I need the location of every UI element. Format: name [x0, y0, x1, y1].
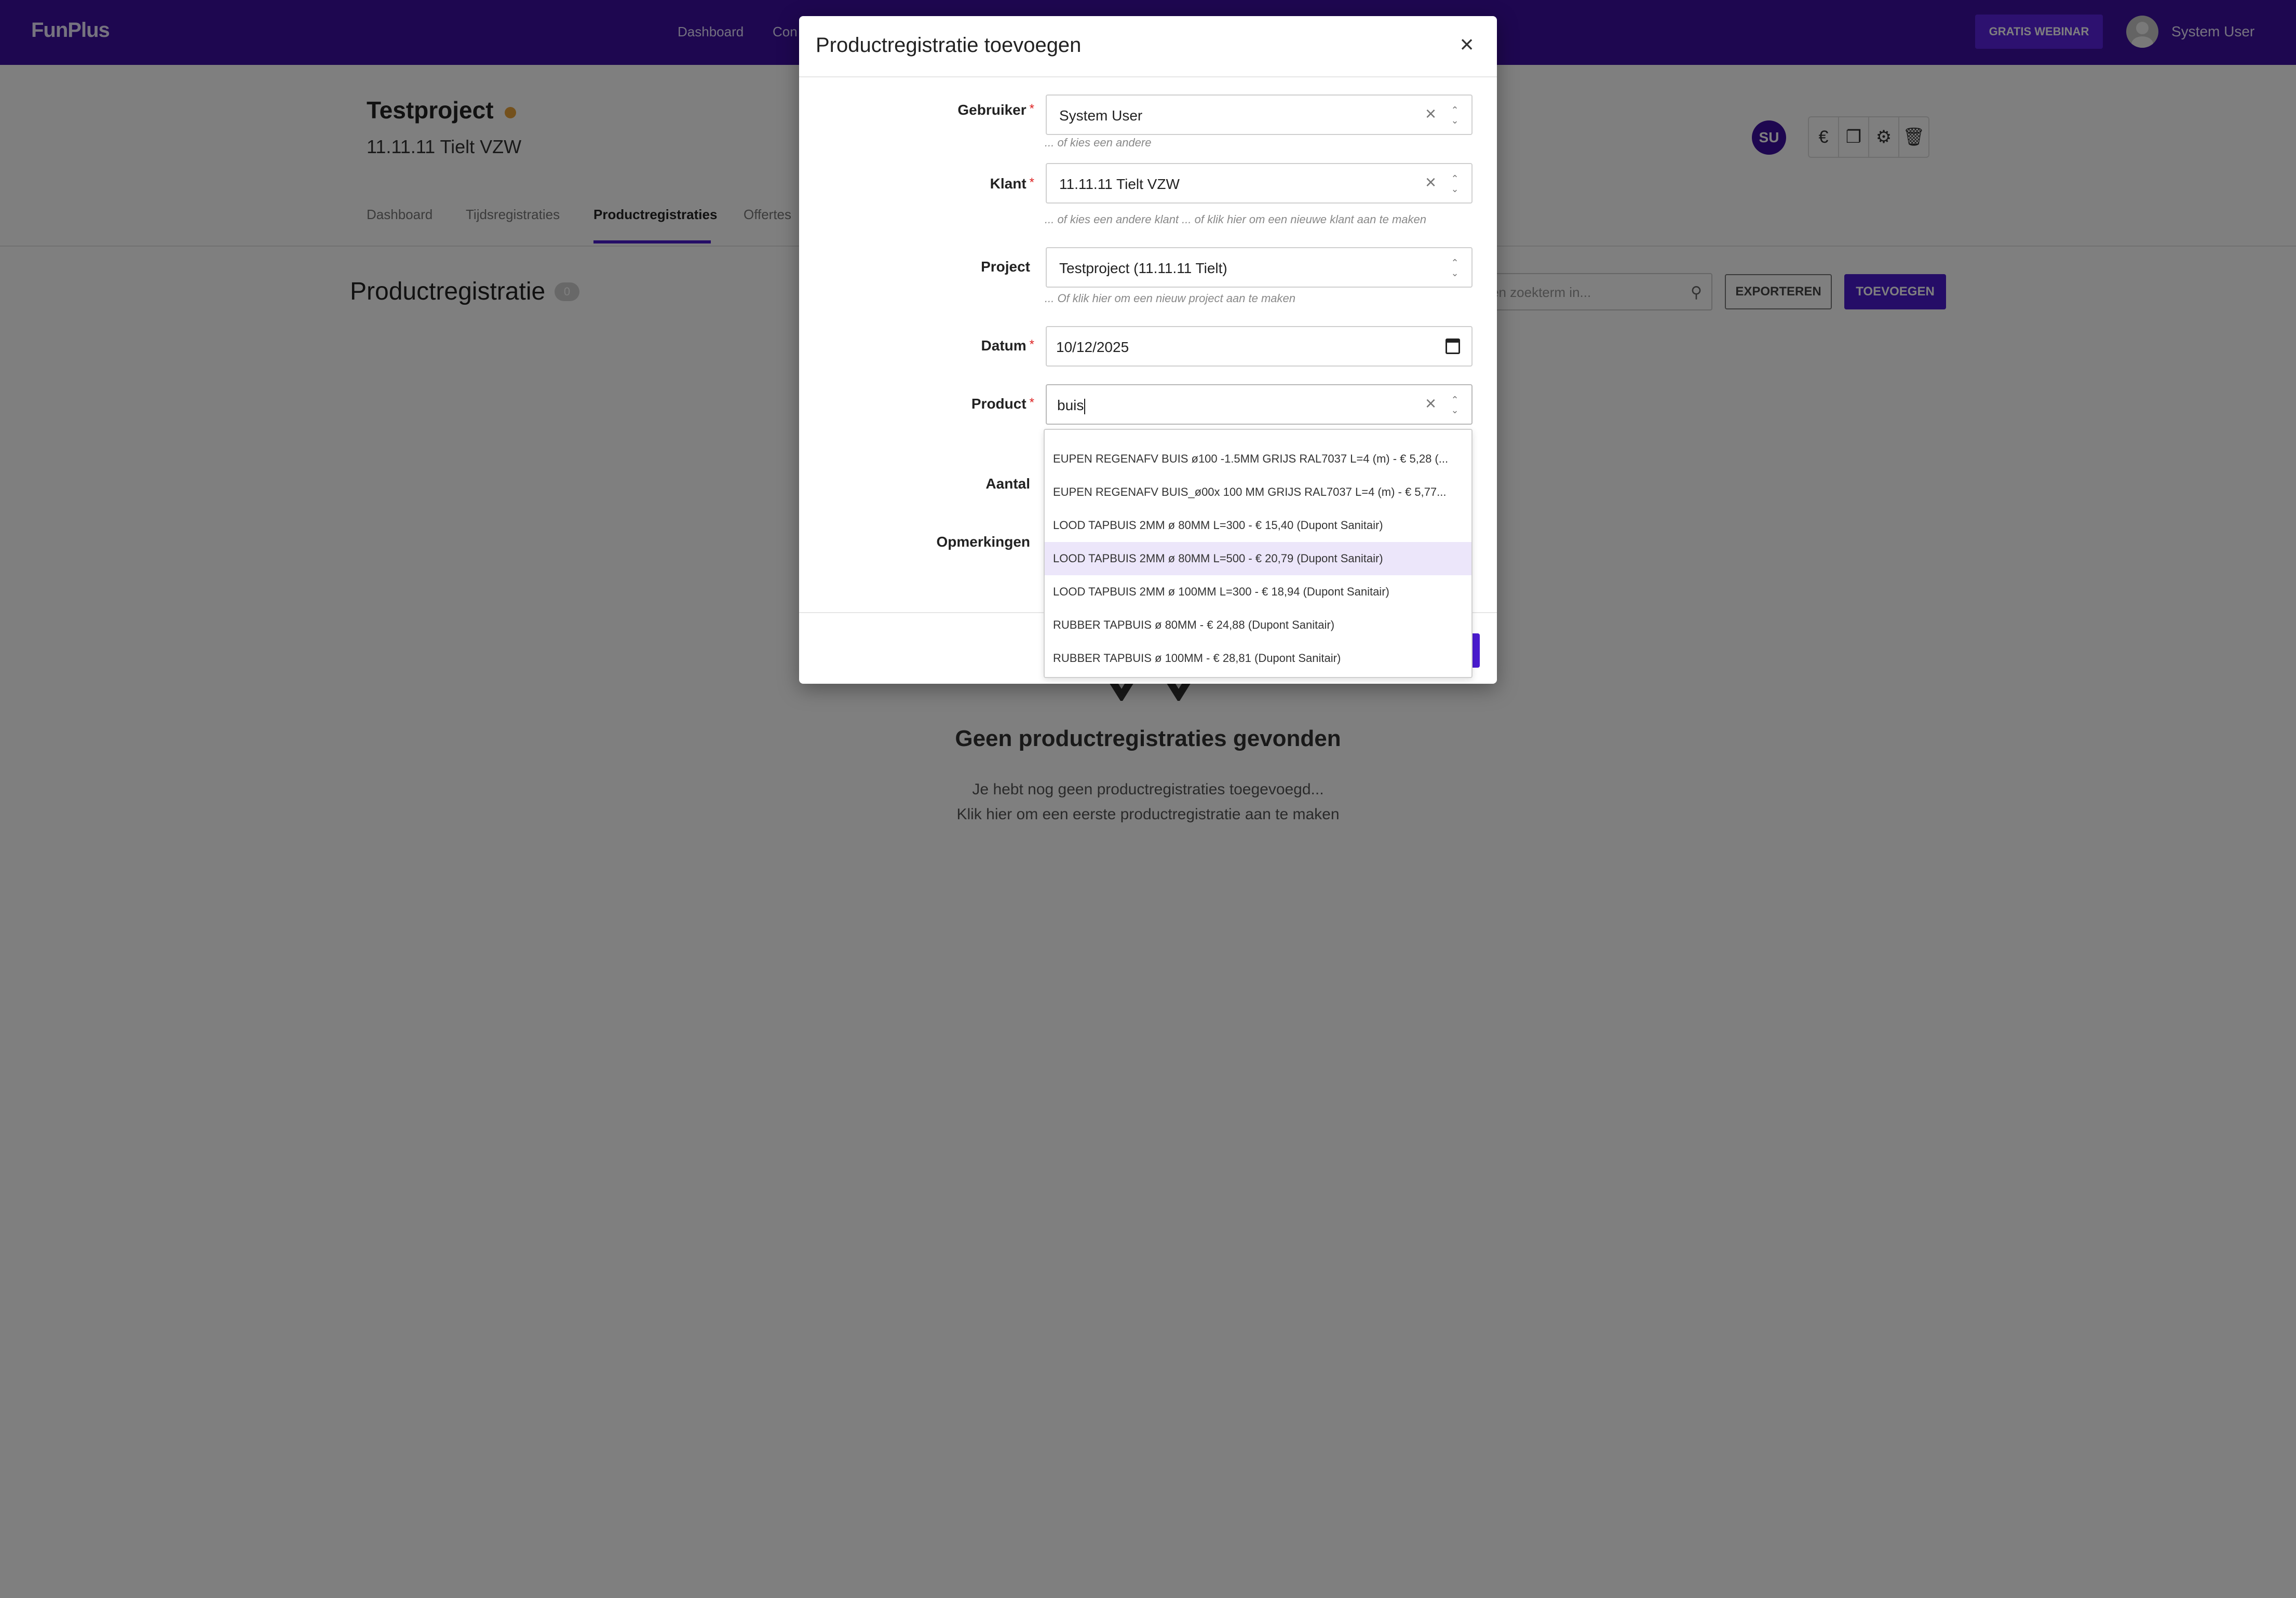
- gebruiker-label: Gebruiker *: [957, 102, 1034, 118]
- opmerkingen-label: Opmerkingen: [936, 534, 1030, 550]
- chevron-updown-icon[interactable]: ⌃ ⌄: [1450, 104, 1460, 127]
- text-caret: [1084, 398, 1086, 414]
- klant-value: 11.11.11 Tielt VZW: [1059, 176, 1180, 192]
- project-label: Project: [981, 259, 1030, 275]
- calendar-icon[interactable]: [1446, 338, 1460, 354]
- dropdown-option[interactable]: EUPEN REGENAFV BUIS_ø00x 100 MM GRIJS RA…: [1045, 476, 1471, 509]
- klant-label: Klant *: [990, 175, 1034, 192]
- product-query: buis: [1057, 397, 1084, 413]
- modal-header: Productregistratie toevoegen ×: [799, 16, 1497, 77]
- datum-label: Datum *: [981, 337, 1034, 354]
- dropdown-option-partial[interactable]: [1045, 430, 1471, 440]
- gebruiker-select[interactable]: System User × ⌃ ⌄: [1046, 94, 1473, 135]
- modal-title: Productregistratie toevoegen: [816, 34, 1082, 57]
- klant-select[interactable]: 11.11.11 Tielt VZW × ⌃ ⌄: [1046, 163, 1473, 204]
- dropdown-option[interactable]: LOOD TAPBUIS 2MM ø 80MM L=300 - € 15,40 …: [1045, 509, 1471, 542]
- gebruiker-help[interactable]: ... of kies een andere: [1045, 136, 1151, 150]
- chevron-updown-icon[interactable]: ⌃ ⌄: [1450, 256, 1460, 279]
- clear-icon[interactable]: ×: [1425, 103, 1436, 125]
- project-value: Testproject (11.11.11 Tielt): [1059, 260, 1227, 276]
- close-icon[interactable]: ×: [1451, 29, 1482, 60]
- dropdown-option[interactable]: LOOD TAPBUIS 2MM ø 100MM L=300 - € 18,94…: [1045, 575, 1471, 608]
- chevron-updown-icon[interactable]: ⌃ ⌄: [1450, 394, 1460, 416]
- klant-help[interactable]: ... of kies een andere klant ... of klik…: [1045, 213, 1426, 226]
- aantal-label: Aantal: [985, 476, 1030, 492]
- dropdown-option[interactable]: RUBBER TAPBUIS ø 80MM - € 24,88 (Dupont …: [1045, 608, 1471, 642]
- product-dropdown[interactable]: EUPEN REGENAFV BUIS ø100 -1.5MM GRIJS RA…: [1044, 429, 1473, 678]
- project-select[interactable]: Testproject (11.11.11 Tielt) ⌃ ⌄: [1046, 247, 1473, 288]
- dropdown-option[interactable]: RUBBER TAPBUIS ø 100MM - € 28,81 (Dupont…: [1045, 642, 1471, 675]
- datum-input[interactable]: 10/12/2025: [1046, 326, 1473, 367]
- product-search-input[interactable]: buis × ⌃ ⌄: [1046, 384, 1473, 425]
- chevron-updown-icon[interactable]: ⌃ ⌄: [1450, 172, 1460, 195]
- dropdown-option[interactable]: EUPEN REGENAFV BUIS ø100 -1.5MM GRIJS RA…: [1045, 442, 1471, 476]
- clear-icon[interactable]: ×: [1425, 171, 1436, 193]
- product-label: Product *: [971, 396, 1034, 412]
- project-help[interactable]: ... Of klik hier om een nieuw project aa…: [1045, 292, 1295, 305]
- dropdown-option-highlighted[interactable]: LOOD TAPBUIS 2MM ø 80MM L=500 - € 20,79 …: [1045, 542, 1471, 575]
- gebruiker-value: System User: [1059, 107, 1143, 124]
- datum-value: 10/12/2025: [1056, 339, 1129, 355]
- clear-icon[interactable]: ×: [1425, 392, 1436, 414]
